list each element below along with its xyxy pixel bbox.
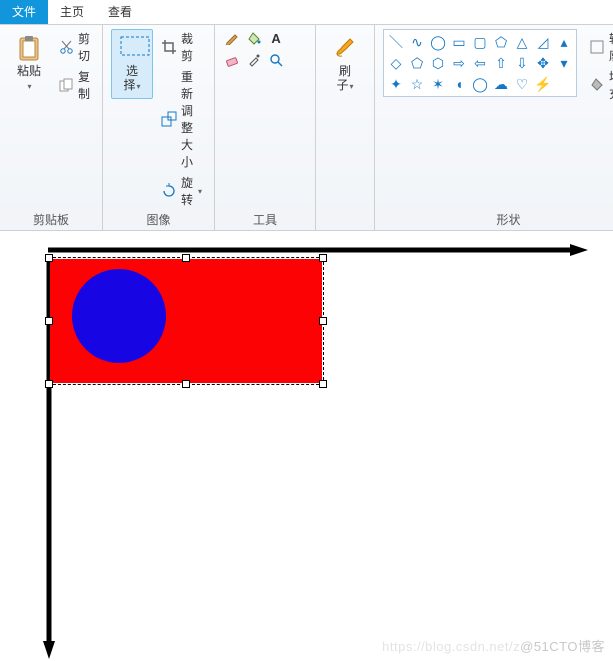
select-label: 选 择 [124, 64, 139, 92]
group-label-tools: 工具 [253, 211, 277, 228]
rotate-label: 旋转 [181, 174, 193, 208]
crop-label: 裁剪 [181, 30, 202, 64]
shape-roundrect[interactable]: ▢ [471, 33, 489, 51]
shape-heart[interactable]: ♡ [513, 75, 531, 93]
shape-pentagon[interactable]: ⬠ [408, 54, 426, 72]
copy-icon [58, 77, 74, 93]
handle-w[interactable] [45, 317, 53, 325]
fill-icon [589, 77, 605, 93]
paste-button[interactable]: 粘贴▾ [8, 29, 50, 99]
tool-grid: A [223, 29, 307, 69]
shape-5star[interactable]: ☆ [408, 75, 426, 93]
handle-nw[interactable] [45, 254, 53, 262]
handle-ne[interactable] [319, 254, 327, 262]
group-brush: 刷 子▾ [316, 25, 375, 230]
resize-icon [161, 111, 177, 127]
watermark: https://blog.csdn.net/z@51CTO博客 [382, 636, 605, 655]
rotate-button[interactable]: 旋转▾ [157, 173, 206, 209]
group-shapes: ＼ ∿ ◯ ▭ ▢ ⬠ △ ◿ ▴ ◇ ⬠ ⬡ ⇨ ⇦ ⇧ ⇩ ✥ ▾ ✦ ☆ [375, 25, 613, 230]
text-tool[interactable]: A [267, 29, 285, 47]
shape-rtriangle[interactable]: ◿ [534, 33, 552, 51]
shape-rect[interactable]: ▭ [450, 33, 468, 51]
shape-arrow-d[interactable]: ⇩ [513, 54, 531, 72]
cut-button[interactable]: 剪切 [54, 29, 94, 65]
shape-arrow-r[interactable]: ⇨ [450, 54, 468, 72]
select-rect-icon [118, 34, 146, 62]
shape-oval[interactable]: ◯ [429, 33, 447, 51]
canvas-area[interactable]: https://blog.csdn.net/z@51CTO博客 [0, 231, 613, 661]
ribbon-tabs: 文件 主页 查看 [0, 0, 613, 25]
clipboard-icon [15, 34, 43, 62]
shape-scroll-dn[interactable]: ▾ [555, 54, 573, 72]
outline-icon [589, 39, 605, 55]
shape-callout-ov[interactable]: ◯ [471, 75, 489, 93]
shape-4star[interactable]: ✦ [387, 75, 405, 93]
brush-button[interactable]: 刷 子▾ [324, 29, 366, 99]
shape-bolt[interactable]: ⚡ [534, 75, 552, 93]
shape-callout-rd[interactable]: ◖ [450, 75, 468, 93]
select-button[interactable]: 选 择▾ [111, 29, 153, 99]
picker-tool[interactable] [245, 51, 263, 69]
rotate-icon [161, 183, 177, 199]
brush-icon [331, 34, 359, 62]
shape-line[interactable]: ＼ [387, 33, 405, 51]
shape-4arrow[interactable]: ✥ [534, 54, 552, 72]
fill-tool[interactable] [245, 29, 263, 47]
eraser-tool[interactable] [223, 51, 241, 69]
fill-button[interactable]: 填充▾ [585, 67, 613, 103]
pencil-tool[interactable] [223, 29, 241, 47]
fill-label: 填充 [609, 68, 613, 102]
shape-polygon[interactable]: ⬠ [492, 33, 510, 51]
zoom-tool[interactable] [267, 51, 285, 69]
group-tools: A 工具 [215, 25, 316, 230]
scissors-icon [58, 39, 74, 55]
resize-button[interactable]: 重新调整大小 [157, 67, 206, 171]
group-label-clipboard: 剪贴板 [33, 211, 69, 228]
handle-sw[interactable] [45, 380, 53, 388]
x-axis-arrow [48, 243, 588, 257]
cut-label: 剪切 [78, 30, 90, 64]
tab-home[interactable]: 主页 [48, 0, 96, 24]
group-label-shapes: 形状 [497, 211, 521, 228]
copy-button[interactable]: 复制 [54, 67, 94, 103]
brush-label: 刷 子 [337, 64, 352, 92]
tab-file[interactable]: 文件 [0, 0, 48, 24]
outline-label: 轮廓 [609, 30, 613, 64]
shape-diamond[interactable]: ◇ [387, 54, 405, 72]
shape-gallery[interactable]: ＼ ∿ ◯ ▭ ▢ ⬠ △ ◿ ▴ ◇ ⬠ ⬡ ⇨ ⇦ ⇧ ⇩ ✥ ▾ ✦ ☆ [383, 29, 577, 97]
handle-e[interactable] [319, 317, 327, 325]
shape-6star[interactable]: ✶ [429, 75, 447, 93]
handle-s[interactable] [182, 380, 190, 388]
copy-label: 复制 [78, 68, 90, 102]
paste-label: 粘贴 [17, 64, 41, 78]
shape-callout-cl[interactable]: ☁ [492, 75, 510, 93]
crop-icon [161, 39, 177, 55]
ribbon: 粘贴▾ 剪切 复制 剪贴板 选 择▾ [0, 25, 613, 231]
selection-rectangle[interactable] [48, 257, 324, 385]
shape-scroll-up[interactable]: ▴ [555, 33, 573, 51]
outline-button[interactable]: 轮廓▾ [585, 29, 613, 65]
tab-view[interactable]: 查看 [96, 0, 144, 24]
shape-arrow-u[interactable]: ⇧ [492, 54, 510, 72]
handle-se[interactable] [319, 380, 327, 388]
resize-label: 重新调整大小 [181, 68, 202, 170]
group-label-image: 图像 [147, 211, 171, 228]
shape-hexagon[interactable]: ⬡ [429, 54, 447, 72]
crop-button[interactable]: 裁剪 [157, 29, 206, 65]
shape-triangle[interactable]: △ [513, 33, 531, 51]
shape-curve[interactable]: ∿ [408, 33, 426, 51]
handle-n[interactable] [182, 254, 190, 262]
shape-arrow-l[interactable]: ⇦ [471, 54, 489, 72]
group-image: 选 择▾ 裁剪 重新调整大小 旋转▾ 图像 [103, 25, 215, 230]
group-clipboard: 粘贴▾ 剪切 复制 剪贴板 [0, 25, 103, 230]
